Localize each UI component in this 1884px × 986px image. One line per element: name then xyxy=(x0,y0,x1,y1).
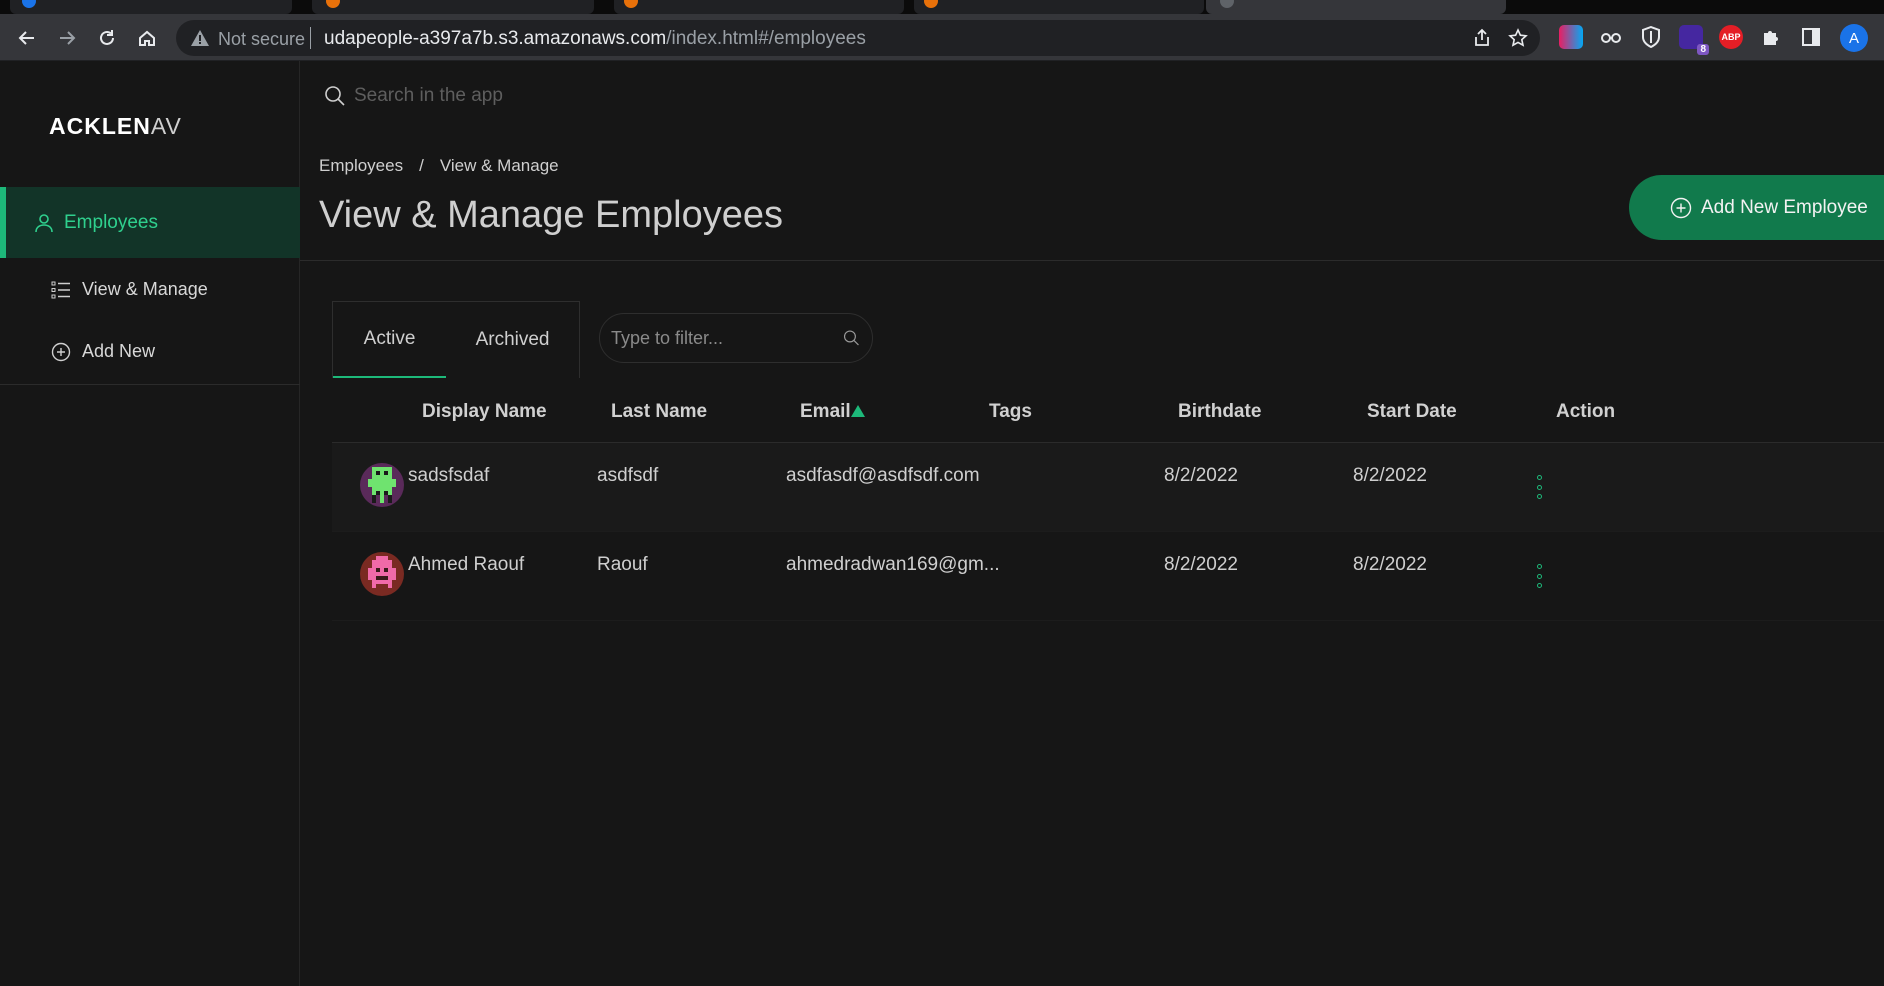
row-actions-menu-icon[interactable] xyxy=(1536,564,1542,588)
list-icon xyxy=(51,281,70,298)
tab-label: Active xyxy=(363,328,416,349)
add-new-employee-label: Add New Employee xyxy=(1701,196,1868,218)
logo-bold-text: ACKLEN xyxy=(49,113,151,139)
column-header-birthdate[interactable]: Birthdate xyxy=(1178,401,1261,423)
reload-icon[interactable] xyxy=(92,23,122,53)
url-text[interactable]: udapeople-a397a7b.s3.amazonaws.com/index… xyxy=(324,28,866,50)
extensions-puzzle-icon[interactable] xyxy=(1759,25,1783,49)
url-path: /index.html#/employees xyxy=(666,28,866,49)
extension-glasses-icon[interactable] xyxy=(1599,25,1623,49)
status-tabs: Active Archived xyxy=(332,301,580,378)
plus-circle-icon xyxy=(51,342,71,361)
tab-active[interactable]: Active xyxy=(333,302,447,378)
column-header-start-date[interactable]: Start Date xyxy=(1367,401,1457,423)
sidebar-item-label: View & Manage xyxy=(82,279,208,299)
cell-email: ahmedradwan169@gm... xyxy=(786,554,1000,575)
security-status-text[interactable]: Not secure xyxy=(218,29,305,50)
table-header: Display Name Last Name Email Tags Birthd… xyxy=(332,381,1884,443)
table-row[interactable]: sadsfsdaf asdfsdf asdfasdf@asdfsdf.com 8… xyxy=(332,443,1884,532)
forward-arrow-icon[interactable] xyxy=(52,23,82,53)
extension-badge-icon[interactable]: 8 xyxy=(1679,25,1709,55)
adblock-label: ABP xyxy=(1721,32,1741,42)
home-icon[interactable] xyxy=(132,23,162,53)
employee-avatar xyxy=(360,463,404,507)
browser-tab-active[interactable] xyxy=(1206,0,1506,14)
url-host: udapeople-a397a7b.s3.amazonaws.com xyxy=(324,28,667,49)
breadcrumb-item-view-manage: View & Manage xyxy=(439,156,559,175)
column-header-last-name[interactable]: Last Name xyxy=(611,401,707,423)
sort-ascending-icon[interactable] xyxy=(851,405,865,417)
profile-avatar[interactable]: A xyxy=(1840,24,1868,52)
cell-start-date: 8/2/2022 xyxy=(1353,554,1427,575)
breadcrumb-separator: / xyxy=(419,156,424,175)
tab-label: Archived xyxy=(475,329,550,350)
warning-icon xyxy=(191,30,209,46)
filter-input[interactable] xyxy=(611,327,843,349)
browser-tab[interactable] xyxy=(914,0,1204,14)
app-search xyxy=(324,85,714,107)
address-bar-separator xyxy=(310,27,311,49)
sidebar-item-label: Add New xyxy=(82,341,156,361)
sidebar-section-employees[interactable]: Employees xyxy=(0,187,300,258)
column-header-action: Action xyxy=(1556,401,1616,422)
profile-initial: A xyxy=(1848,29,1859,47)
filter-box xyxy=(599,313,873,363)
side-panel-icon[interactable] xyxy=(1799,25,1823,49)
cell-display-name: sadsfsdaf xyxy=(408,465,490,486)
search-input[interactable] xyxy=(354,85,714,107)
extension-badge-count: 8 xyxy=(1697,44,1709,55)
cell-last-name: Raouf xyxy=(597,554,648,575)
search-icon xyxy=(325,86,345,106)
header-divider xyxy=(300,260,1884,261)
main-content: Employees / View & Manage View & Manage … xyxy=(300,61,1884,986)
sidebar-item-add-new[interactable]: Add New xyxy=(51,341,155,362)
sidebar: ACKLENAV Employees View & Manage Add New xyxy=(0,61,300,986)
back-arrow-icon[interactable] xyxy=(12,23,42,53)
breadcrumb: Employees / View & Manage xyxy=(319,156,559,176)
cell-birthdate: 8/2/2022 xyxy=(1164,465,1238,486)
table-row[interactable]: Ahmed Raouf Raouf ahmedradwan169@gm... 8… xyxy=(332,532,1884,621)
employee-avatar xyxy=(360,552,404,596)
adblock-plus-icon[interactable]: ABP xyxy=(1719,25,1743,49)
sidebar-section-label: Employees xyxy=(64,211,158,233)
browser-tab[interactable] xyxy=(10,0,292,14)
breadcrumb-item-employees[interactable]: Employees xyxy=(319,156,403,176)
cell-start-date: 8/2/2022 xyxy=(1353,465,1427,486)
row-actions-menu-icon[interactable] xyxy=(1536,475,1542,499)
column-header-email[interactable]: Email xyxy=(800,401,851,423)
page-title: View & Manage Employees xyxy=(319,194,783,236)
bookmark-star-icon[interactable] xyxy=(1506,26,1530,50)
cell-last-name: asdfsdf xyxy=(597,465,659,486)
extension-colorful-icon[interactable] xyxy=(1559,25,1583,49)
person-icon xyxy=(35,213,53,232)
browser-tab[interactable] xyxy=(312,0,594,14)
address-bar[interactable]: Not secure udapeople-a397a7b.s3.amazonaw… xyxy=(176,20,1540,56)
app-logo[interactable]: ACKLENAV xyxy=(49,113,182,140)
column-header-tags[interactable]: Tags xyxy=(989,401,1032,423)
browser-tab[interactable] xyxy=(614,0,904,14)
employees-table: Display Name Last Name Email Tags Birthd… xyxy=(332,381,1884,621)
browser-toolbar: Not secure udapeople-a397a7b.s3.amazonaw… xyxy=(0,14,1884,61)
browser-tab-strip xyxy=(0,0,1884,14)
cell-display-name: Ahmed Raouf xyxy=(408,554,525,575)
share-icon[interactable] xyxy=(1470,26,1494,50)
column-header-display-name[interactable]: Display Name xyxy=(422,401,547,423)
logo-thin-text: AV xyxy=(150,113,182,139)
cell-birthdate: 8/2/2022 xyxy=(1164,554,1238,575)
tab-archived[interactable]: Archived xyxy=(446,302,579,378)
extension-shield-icon[interactable] xyxy=(1639,25,1663,49)
cell-email: asdfasdf@asdfsdf.com xyxy=(786,465,980,486)
plus-circle-icon xyxy=(1670,197,1692,218)
search-icon[interactable] xyxy=(843,327,860,349)
add-new-employee-button[interactable]: Add New Employee xyxy=(1629,175,1884,240)
sidebar-divider xyxy=(0,384,300,385)
sidebar-item-view-manage[interactable]: View & Manage xyxy=(51,279,208,300)
